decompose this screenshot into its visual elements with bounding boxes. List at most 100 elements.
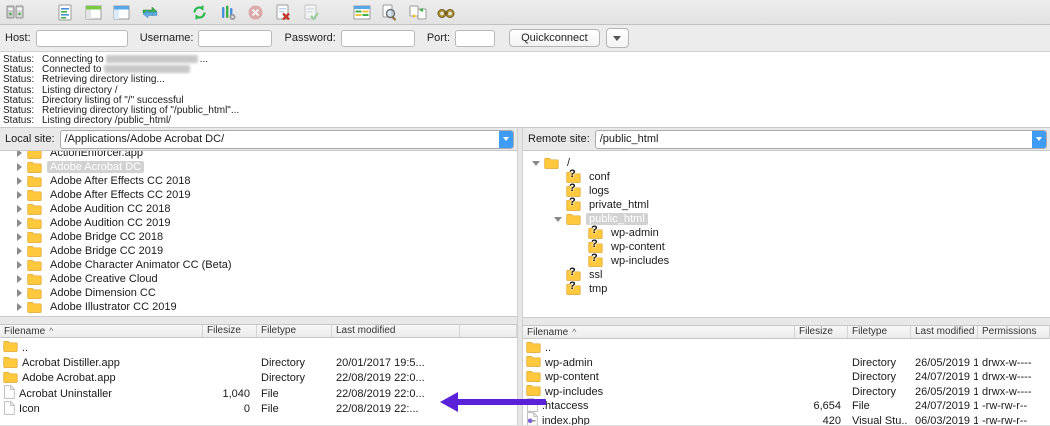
file-row[interactable]: wp-adminDirectory26/05/2019 1...drwx-w--… xyxy=(523,356,1050,371)
pane-splitter-horizontal[interactable] xyxy=(0,316,517,324)
toolbar-refresh-button[interactable] xyxy=(190,3,209,22)
folder-icon xyxy=(27,245,43,257)
file-row[interactable]: .. xyxy=(523,341,1050,356)
tree-item[interactable]: Adobe Character Animator CC (Beta) xyxy=(0,258,517,272)
column-header-blank[interactable] xyxy=(460,325,517,337)
file-row[interactable]: index.php420Visual Stu..06/03/2019 1...-… xyxy=(523,414,1050,426)
pane-splitter-horizontal[interactable] xyxy=(523,317,1050,325)
expand-triangle-icon[interactable] xyxy=(14,177,24,185)
file-name-cell: .. xyxy=(0,340,203,355)
tree-item-label: Adobe Dimension CC xyxy=(47,287,159,299)
toolbar-message-log-button[interactable] xyxy=(56,3,75,22)
tree-item[interactable]: Adobe Bridge CC 2018 xyxy=(0,230,517,244)
column-header-filename[interactable]: Filename^ xyxy=(0,325,203,337)
tree-item[interactable]: Adobe After Effects CC 2018 xyxy=(0,174,517,188)
column-header-last-modified[interactable]: Last modified xyxy=(911,326,978,338)
file-permissions-cell: drwx-w---- xyxy=(978,386,1050,398)
file-name: Acrobat Uninstaller xyxy=(19,388,112,400)
expand-triangle-icon[interactable] xyxy=(14,275,24,283)
file-row[interactable]: Adobe Acrobat.appDirectory22/08/2019 22:… xyxy=(0,371,517,386)
file-name: wp-admin xyxy=(545,357,593,369)
toolbar-search-button[interactable] xyxy=(436,3,455,22)
tree-item-label: Adobe After Effects CC 2019 xyxy=(47,189,193,201)
column-header-filesize[interactable]: Filesize xyxy=(795,326,848,338)
tree-item[interactable]: ?wp-includes xyxy=(523,254,1050,268)
tree-item[interactable]: Adobe After Effects CC 2019 xyxy=(0,188,517,202)
column-header-last-modified[interactable]: Last modified xyxy=(332,325,460,337)
tree-item[interactable]: Adobe Bridge CC 2019 xyxy=(0,244,517,258)
toolbar-reconnect-button xyxy=(302,3,321,22)
remote-site-combobox[interactable]: /public_html xyxy=(595,130,1047,149)
remote-site-dropdown-button[interactable] xyxy=(1032,131,1046,148)
tree-item[interactable]: public_html xyxy=(523,212,1050,226)
tree-item[interactable]: Adobe Creative Cloud xyxy=(0,272,517,286)
toolbar-site-manager-button[interactable] xyxy=(6,3,25,22)
file-row[interactable]: Icon0File22/08/2019 22:... xyxy=(0,402,517,417)
file-name: .. xyxy=(545,342,551,354)
local-site-dropdown-button[interactable] xyxy=(499,131,513,148)
toolbar-find-files-button[interactable] xyxy=(380,3,399,22)
tree-item[interactable]: ?wp-content xyxy=(523,240,1050,254)
column-header-filesize[interactable]: Filesize xyxy=(203,325,257,337)
column-header-filetype[interactable]: Filetype xyxy=(848,326,911,338)
expand-triangle-icon[interactable] xyxy=(14,205,24,213)
collapse-triangle-icon[interactable] xyxy=(531,161,541,166)
collapse-triangle-icon[interactable] xyxy=(553,217,563,222)
expand-triangle-icon[interactable] xyxy=(14,163,24,171)
tree-item[interactable]: ActionEnforcer.app xyxy=(0,151,517,160)
tree-item[interactable]: ?logs xyxy=(523,184,1050,198)
folder-icon xyxy=(566,213,582,225)
expand-triangle-icon[interactable] xyxy=(14,191,24,199)
column-header-filetype[interactable]: Filetype xyxy=(257,325,332,337)
tree-item[interactable]: ?wp-admin xyxy=(523,226,1050,240)
tree-item[interactable]: Adobe Dimension CC xyxy=(0,286,517,300)
username-label: Username: xyxy=(140,32,194,44)
tree-item[interactable]: Adobe Acrobat DC xyxy=(0,160,517,174)
username-input[interactable] xyxy=(198,30,272,47)
quickconnect-dropdown-button[interactable] xyxy=(606,28,629,48)
question-mark-badge: ? xyxy=(591,224,598,236)
file-row[interactable]: wp-contentDirectory24/07/2019 1...drwx-w… xyxy=(523,370,1050,385)
column-header-permissions[interactable]: Permissions xyxy=(978,326,1050,338)
remote-site-label: Remote site: xyxy=(528,133,590,145)
toolbar-synchronized-browsing-button[interactable] xyxy=(408,3,427,22)
file-row[interactable]: Acrobat Distiller.appDirectory20/01/2017… xyxy=(0,355,517,370)
file-permissions-cell: drwx-w---- xyxy=(978,371,1050,383)
toolbar-remote-treeview-button[interactable] xyxy=(112,3,131,22)
tree-item[interactable]: Adobe Audition CC 2018 xyxy=(0,202,517,216)
password-input[interactable] xyxy=(341,30,415,47)
expand-triangle-icon[interactable] xyxy=(14,261,24,269)
expand-triangle-icon[interactable] xyxy=(14,219,24,227)
chevron-down-icon xyxy=(613,36,621,41)
local-site-combobox[interactable]: /Applications/Adobe Acrobat DC/ xyxy=(60,130,514,149)
toolbar-local-treeview-button[interactable] xyxy=(84,3,103,22)
local-site-path: /Applications/Adobe Acrobat DC/ xyxy=(61,133,499,145)
file-modified-cell: 22/08/2019 22:0... xyxy=(332,388,460,400)
expand-triangle-icon[interactable] xyxy=(14,247,24,255)
toolbar-directory-comparison-button[interactable] xyxy=(352,3,371,22)
toolbar-transfer-queue-button[interactable] xyxy=(140,3,159,22)
quickconnect-button[interactable]: Quickconnect xyxy=(509,29,600,47)
tree-item[interactable]: Adobe Illustrator CC 2019 xyxy=(0,300,517,314)
port-input[interactable] xyxy=(455,30,495,47)
toolbar-disconnect-button[interactable] xyxy=(274,3,293,22)
tree-item[interactable]: Adobe Audition CC 2019 xyxy=(0,216,517,230)
tree-item[interactable]: / xyxy=(523,156,1050,170)
expand-triangle-icon[interactable] xyxy=(14,233,24,241)
tree-item[interactable]: ?private_html xyxy=(523,198,1050,212)
folder-icon xyxy=(27,151,43,159)
toolbar-process-queue-button[interactable] xyxy=(218,3,237,22)
tree-item[interactable] xyxy=(0,314,517,316)
expand-triangle-icon[interactable] xyxy=(14,303,24,311)
tree-item[interactable]: ?conf xyxy=(523,170,1050,184)
tree-item[interactable]: ?tmp xyxy=(523,282,1050,296)
tree-item[interactable]: ?ssl xyxy=(523,268,1050,282)
host-input[interactable] xyxy=(36,30,128,47)
expand-triangle-icon[interactable] xyxy=(14,151,24,157)
transfer-queue-icon xyxy=(141,5,159,20)
column-header-filename[interactable]: Filename^ xyxy=(523,326,795,338)
file-row[interactable]: .. xyxy=(0,340,517,355)
file-row[interactable]: Acrobat Uninstaller1,040File22/08/2019 2… xyxy=(0,386,517,401)
file-modified-cell: 26/05/2019 1... xyxy=(911,386,978,398)
expand-triangle-icon[interactable] xyxy=(14,289,24,297)
